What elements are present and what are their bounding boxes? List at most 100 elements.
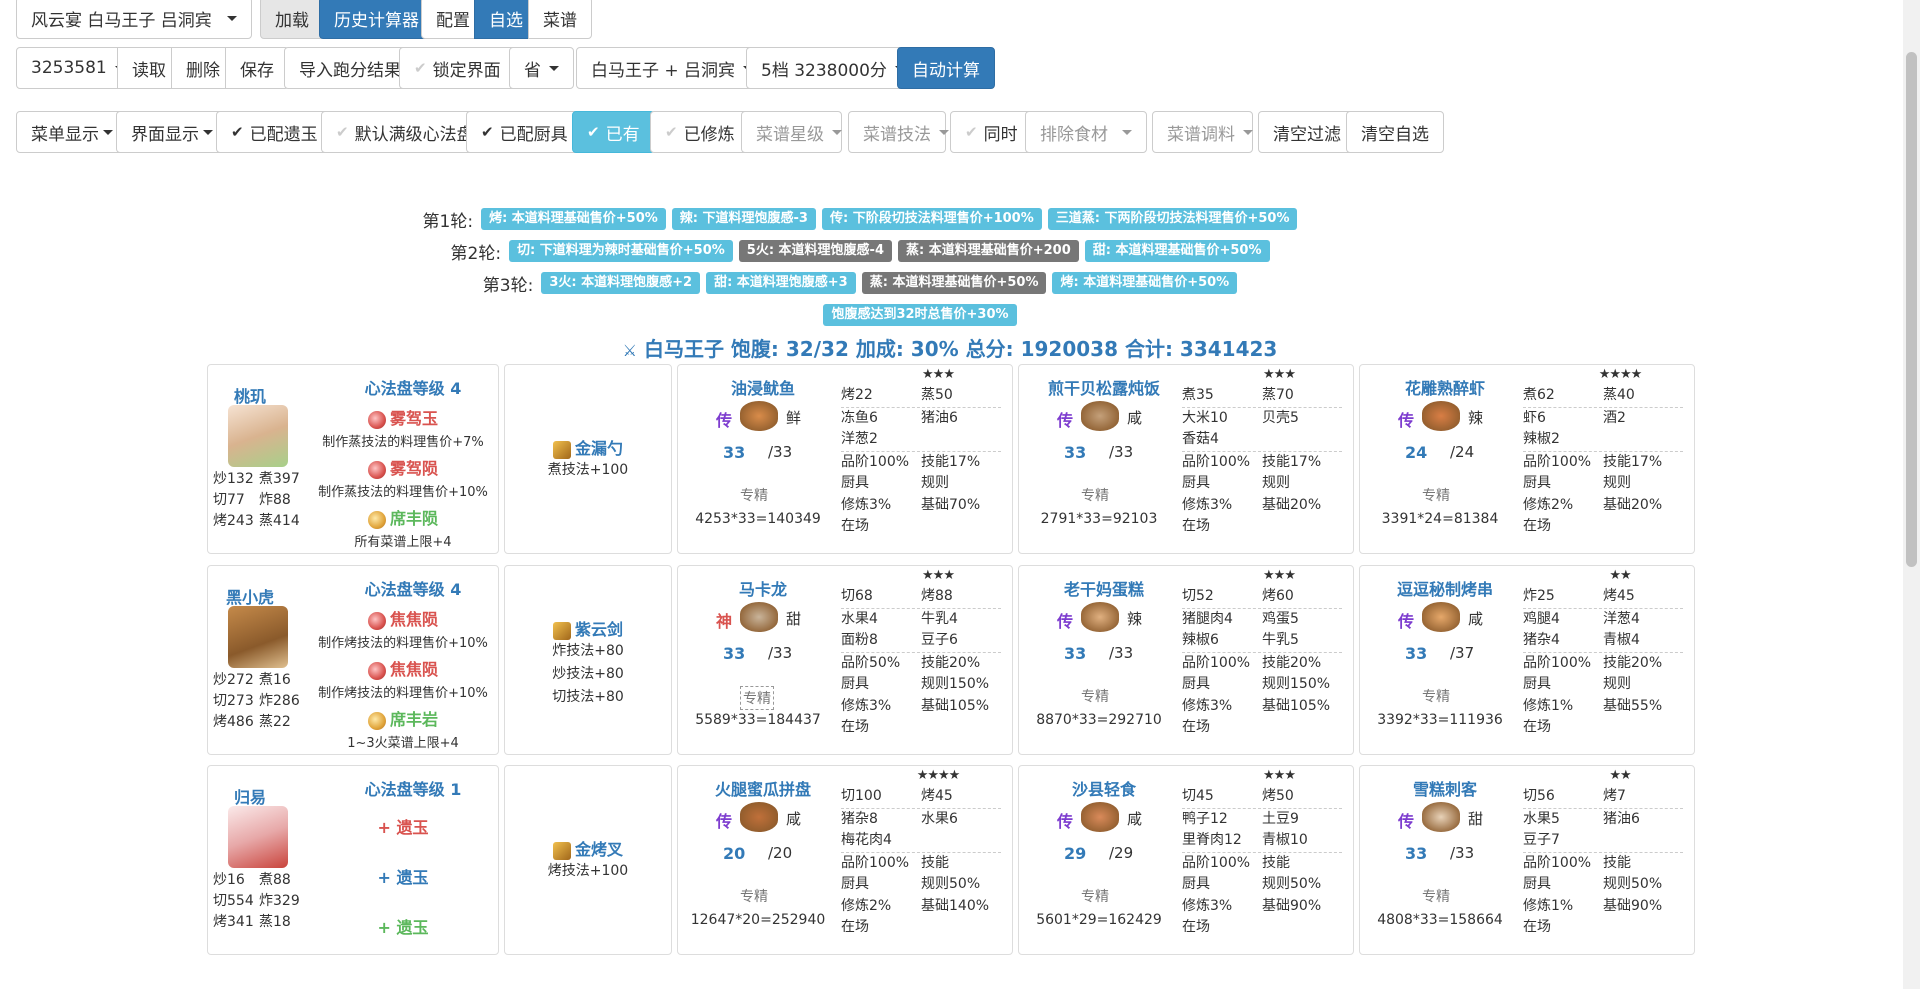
recipe-quantity[interactable]: 33 [1405,844,1427,863]
jade-slot[interactable]: 雾驾陨 制作蒸技法的料理售价+10% [308,455,498,500]
recipe-detail-cell: 梅花肉4 [841,832,892,848]
recipe-detail-cell: 猪油6 [1603,810,1640,827]
recipe-name[interactable]: 老干妈蛋糕 [1029,576,1179,600]
recipe-quantity[interactable]: 33 [723,644,745,663]
recipe-total: 4253*33=140349 [695,511,821,527]
disk-level-title[interactable]: 心法盘等级 4 [328,576,498,600]
jade-slot[interactable]: 雾驾玉 制作蒸技法的料理售价+7% [308,405,498,450]
province-dropdown[interactable]: 省 [509,47,574,89]
recipe-specialty[interactable]: 专精 [1081,886,1109,906]
recipe-seasoning-dropdown[interactable]: 菜谱调料 [1152,111,1253,153]
recipe-specialty[interactable]: 专精 [1422,686,1450,706]
recipe-panel[interactable]: 雪糕刺客 ★★ 传 甜 33/33 专精 4808*33=158664 切56 烤7 水果5 猪油6… [1359,765,1695,955]
recipe-panel[interactable]: 逗逗秘制烤串 ★★ 传 咸 33/37 专精 3392*33=111936 炸25 烤45 鸡腿4… [1359,565,1695,755]
equipment-name: 金烤叉 [505,836,671,860]
assigned-jade-toggle[interactable]: ✔ 已配遗玉 [216,111,333,153]
jade-slot[interactable]: 席丰陨 所有菜谱上限+4 [308,505,498,550]
recipe-panel[interactable]: 沙县轻食 ★★★ 传 咸 29/29 专精 5601*29=162429 切45 烤50 鸭子12… [1018,765,1354,955]
scrollbar-track[interactable] [1903,0,1920,989]
jade-slot[interactable]: + 遗玉 [308,914,498,938]
chef-avatar[interactable] [228,606,288,668]
equipment-panel[interactable]: 金漏勺 煮技法+100 [504,364,672,554]
chevron-down-icon [203,129,213,135]
recipe-detail-row: 切100 烤45 [841,786,1001,809]
recipe-quantity[interactable]: 33 [1064,443,1086,462]
recipe-panel[interactable]: 花雕熟醉虾 ★★★★ 传 辣 24/24 专精 3391*24=81384 煮62 蒸40 虾6 酒… [1359,364,1695,554]
recipe-quantity[interactable]: 33 [723,443,745,462]
recipe-specialty[interactable]: 专精 [1081,686,1109,706]
clear-filter-button[interactable]: 清空过滤 [1258,111,1356,153]
recipes-tab[interactable]: 菜谱 [528,0,592,39]
recipe-specialty[interactable]: 专精 [1422,886,1450,906]
recipe-name[interactable]: 油浸鱿鱼 [688,375,838,399]
lock-ui-button[interactable]: ✔ 锁定界面 [399,47,516,89]
save-button[interactable]: 保存 [225,47,289,89]
recipe-detail-cell: 基础55% [1603,697,1663,714]
recipe-name[interactable]: 逗逗秘制烤串 [1370,576,1520,600]
level-dropdown[interactable]: 5档 3238000分 [746,47,920,89]
recipe-panel[interactable]: 老干妈蛋糕 ★★★ 传 辣 33/33 专精 8870*33=292710 切52 烤60 猪腿肉… [1018,565,1354,755]
disk-level-title[interactable]: 心法盘等级 4 [328,375,498,399]
load-button[interactable]: 加载 [260,0,324,39]
recipe-name[interactable]: 花雕熟醉虾 [1370,375,1520,399]
recipe-detail-cell: 品阶50% [841,654,901,671]
chef-name[interactable]: 桃玑 [220,383,280,407]
assigned-tools-toggle[interactable]: ✔ 已配厨具 [466,111,583,153]
jade-slot[interactable]: 焦焦陨 制作烤技法的料理售价+10% [308,656,498,701]
recipe-quantity[interactable]: 33 [1405,644,1427,663]
jade-slot[interactable]: + 遗玉 [308,814,498,838]
recipe-specialty[interactable]: 专精 [740,485,768,505]
recipe-detail-row: 厨具 规则 [1523,674,1683,696]
disk-level-title[interactable]: 心法盘等级 1 [328,776,498,800]
recipe-quantity[interactable]: 29 [1064,844,1086,863]
chef-stat: 切77 [213,492,245,508]
recipe-name[interactable]: 马卡龙 [688,576,838,600]
equipment-panel[interactable]: 紫云剑 炸技法+80 炒技法+80 切技法+80 [504,565,672,755]
recipe-specialty[interactable]: 专精 [740,686,774,710]
chef-avatar[interactable] [228,405,288,467]
recipe-quantity[interactable]: 24 [1405,443,1427,462]
jade-slot[interactable]: 焦焦陨 制作烤技法的料理售价+10% [308,606,498,651]
jade-slot[interactable]: 席丰岩 1~3火菜谱上限+4 [308,706,498,751]
scheme-select[interactable]: 风云宴 白马王子 吕洞宾 [16,0,252,39]
recipe-panel[interactable]: 煎干贝松露炖饭 ★★★ 传 咸 33/33 专精 2791*33=92103 煮35 蒸70 大米… [1018,364,1354,554]
recipe-quantity[interactable]: 33 [1064,644,1086,663]
recipe-star-dropdown[interactable]: 菜谱星级 [741,111,842,153]
owned-toggle[interactable]: ✔ 已有 [572,111,655,153]
chef-panel[interactable]: 归易 炒16 煮88 切554 炸329 烤341 蒸18 心法盘等级 1 + 遗玉 + 遗玉 + … [207,765,499,955]
recipe-name[interactable]: 煎干贝松露炖饭 [1029,375,1179,399]
jade-slot[interactable]: + 遗玉 [308,864,498,888]
history-calc-button[interactable]: 历史计算器 [319,0,434,39]
recipe-detail-cell [1603,429,1683,451]
recipe-panel[interactable]: 火腿蜜瓜拼盘 ★★★★ 传 咸 20/20 专精 12647*20=252940 切100 烤4… [677,765,1013,955]
recipe-name[interactable]: 雪糕刺客 [1370,776,1520,800]
menu-display-dropdown[interactable]: 菜单显示 [16,111,128,153]
recipe-skill-dropdown[interactable]: 菜谱技法 [848,111,949,153]
chef-name[interactable]: 归易 [220,784,280,808]
trained-toggle[interactable]: ✔ 已修炼 [650,111,750,153]
target-dropdown[interactable]: 白马王子 + 吕洞宾 [576,47,769,89]
ui-display-dropdown[interactable]: 界面显示 [116,111,228,153]
default-disk-toggle[interactable]: ✔ 默认满级心法盘 [321,111,489,153]
import-results-button[interactable]: 导入跑分结果 [284,47,416,89]
chef-avatar[interactable] [228,806,288,868]
recipe-specialty[interactable]: 专精 [1081,485,1109,505]
recipe-panel[interactable]: 油浸鱿鱼 ★★★ 传 鲜 33/33 专精 4253*33=140349 烤22 蒸50 冻鱼6 猪… [677,364,1013,554]
auto-calc-button[interactable]: 自动计算 [897,47,995,89]
recipe-specialty[interactable]: 专精 [740,886,768,906]
recipe-panel[interactable]: 马卡龙 ★★★ 神 甜 33/33 专精 5589*33=184437 切68 烤88 水果4 牛乳… [677,565,1013,755]
equipment-panel[interactable]: 金烤叉 烤技法+100 [504,765,672,955]
equipment-effect: 炸技法+80 [552,643,624,659]
scrollbar-thumb[interactable] [1906,52,1917,567]
chef-panel[interactable]: 黑小虎 炒272 煮16 切273 炸286 烤486 蒸22 心法盘等级 4 焦焦陨 制作烤技法… [207,565,499,755]
exclude-ingredients-dropdown[interactable]: 排除食材 [1025,111,1147,153]
recipe-total: 3392*33=111936 [1377,712,1503,728]
same-time-toggle[interactable]: ✔ 同时 [950,111,1033,153]
recipe-name[interactable]: 火腿蜜瓜拼盘 [688,776,838,800]
chef-panel[interactable]: 桃玑 炒132 煮397 切77 炸88 烤243 蒸414 心法盘等级 4 雾驾玉 制作蒸技法的… [207,364,499,554]
clear-custom-button[interactable]: 清空自选 [1346,111,1444,153]
recipe-specialty[interactable]: 专精 [1422,485,1450,505]
chef-name[interactable]: 黑小虎 [220,584,280,608]
recipe-quantity[interactable]: 20 [723,844,745,863]
recipe-name[interactable]: 沙县轻食 [1029,776,1179,800]
